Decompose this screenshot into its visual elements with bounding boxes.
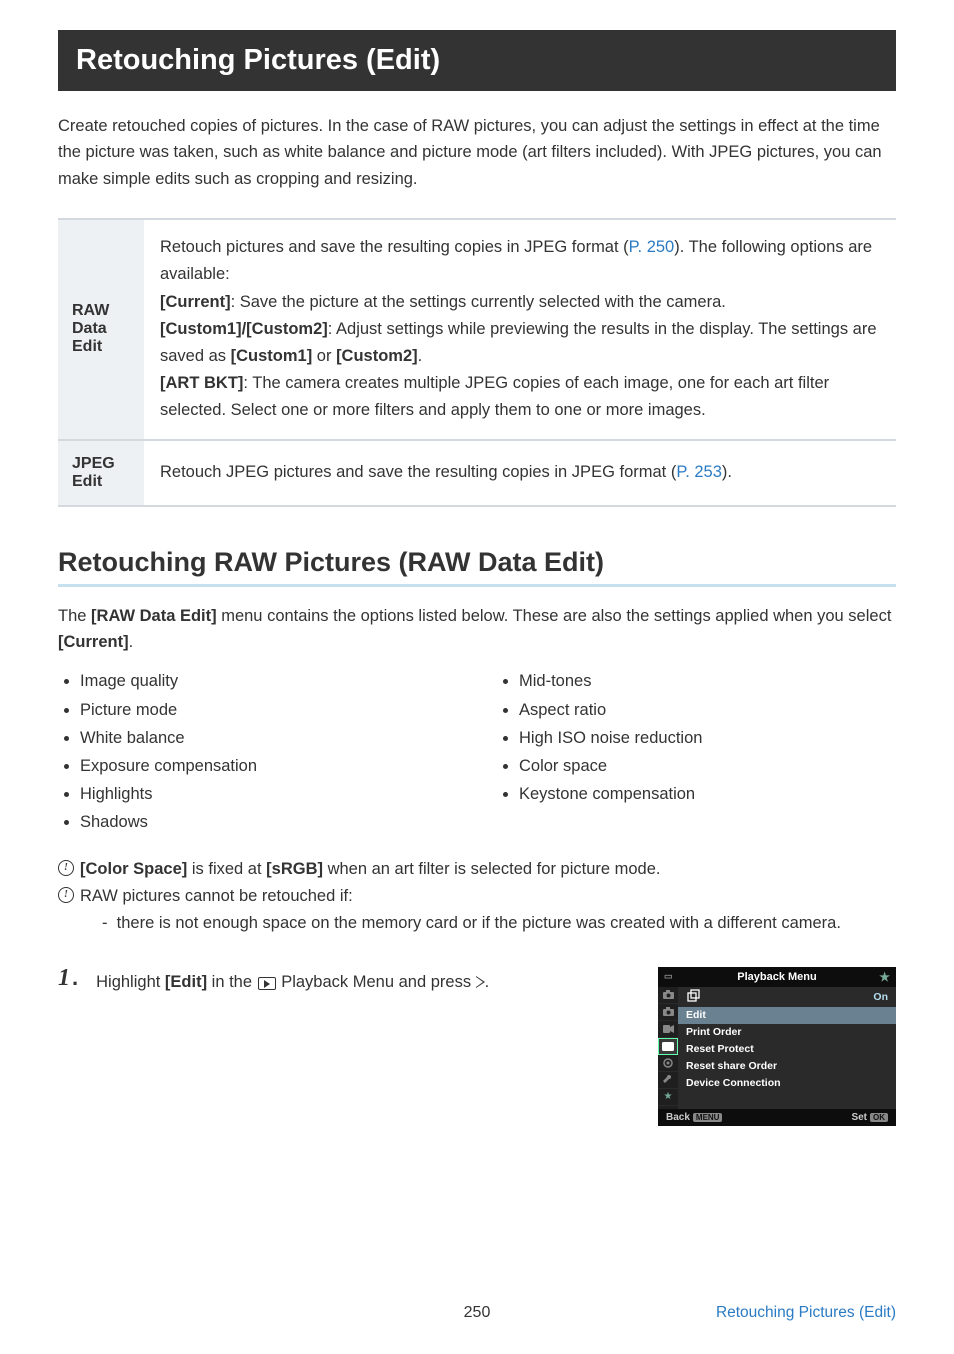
right-arrow-icon bbox=[476, 976, 485, 988]
page-title: Retouching Pictures (Edit) bbox=[58, 30, 896, 91]
menu-set: SetOK bbox=[851, 1112, 888, 1123]
note-color-space: ! [Color Space] is fixed at [sRGB] when … bbox=[58, 856, 896, 883]
link-p253[interactable]: P. 253 bbox=[676, 463, 722, 481]
playback-icon bbox=[258, 977, 276, 990]
step-text: Highlight [Edit] in the Playback Menu an… bbox=[96, 965, 640, 995]
menu-item-reset-protect: Reset Protect bbox=[678, 1041, 896, 1058]
menu-tab-playback bbox=[658, 1038, 678, 1055]
footer-breadcrumb-link[interactable]: Retouching Pictures (Edit) bbox=[716, 1304, 896, 1322]
menu-back-badge: MENU bbox=[693, 1113, 723, 1122]
raw-data-edit-cell: Retouch pictures and save the resulting … bbox=[144, 219, 896, 440]
list-item: Aspect ratio bbox=[519, 696, 896, 724]
menu-title: Playback Menu bbox=[737, 971, 816, 983]
step-number: 1 bbox=[58, 965, 70, 991]
list-item: Keystone compensation bbox=[519, 780, 896, 808]
jpeg-edit-cell: Retouch JPEG pictures and save the resul… bbox=[144, 440, 896, 506]
caution-icon: ! bbox=[58, 887, 74, 903]
table-row: JPEG Edit Retouch JPEG pictures and save… bbox=[58, 440, 896, 506]
menu-item-print-order: Print Order bbox=[678, 1024, 896, 1041]
menu-tabs: ★ bbox=[658, 987, 678, 1109]
menu-tab-wrench bbox=[658, 1072, 678, 1089]
list-item: Image quality bbox=[80, 667, 457, 695]
rotate-icon bbox=[686, 989, 702, 1002]
section-heading: Retouching RAW Pictures (RAW Data Edit) bbox=[58, 547, 896, 587]
list-item: Shadows bbox=[80, 808, 457, 836]
menu-item-reset-share-order: Reset share Order bbox=[678, 1058, 896, 1075]
raw-data-edit-header: RAW Data Edit bbox=[58, 219, 144, 440]
note-subitem: - there is not enough space on the memor… bbox=[58, 910, 896, 936]
menu-item-empty bbox=[678, 1092, 896, 1109]
list-item: White balance bbox=[80, 724, 457, 752]
playback-menu-mock: ▭ Playback Menu ★ bbox=[658, 967, 896, 1126]
list-item: Color space bbox=[519, 752, 896, 780]
menu-item-rotate: On bbox=[678, 987, 896, 1007]
menu-item-edit: Edit bbox=[678, 1007, 896, 1024]
options-list-left: Image quality Picture mode White balance… bbox=[58, 667, 457, 835]
page-number: 250 bbox=[464, 1304, 491, 1322]
intro-paragraph: Create retouched copies of pictures. In … bbox=[58, 113, 896, 192]
menu-set-badge: OK bbox=[870, 1113, 888, 1122]
step-1: 1. Highlight [Edit] in the Playback Menu… bbox=[58, 965, 896, 1126]
menu-tab-camera2 bbox=[658, 1004, 678, 1021]
link-p250[interactable]: P. 250 bbox=[629, 238, 675, 256]
menu-header-left-icon: ▭ bbox=[664, 971, 680, 982]
section-intro: The [RAW Data Edit] menu contains the op… bbox=[58, 603, 896, 656]
list-item: Mid-tones bbox=[519, 667, 896, 695]
menu-header-star-icon: ★ bbox=[874, 970, 890, 984]
caution-icon: ! bbox=[58, 860, 74, 876]
list-item: High ISO noise reduction bbox=[519, 724, 896, 752]
list-item: Picture mode bbox=[80, 696, 457, 724]
list-item: Exposure compensation bbox=[80, 752, 457, 780]
note-cannot-retouch: ! RAW pictures cannot be retouched if: bbox=[58, 883, 896, 910]
options-list-right: Mid-tones Aspect ratio High ISO noise re… bbox=[497, 667, 896, 807]
menu-tab-camera1 bbox=[658, 987, 678, 1004]
jpeg-edit-header: JPEG Edit bbox=[58, 440, 144, 506]
menu-item-device-connection: Device Connection bbox=[678, 1075, 896, 1092]
menu-back: BackMENU bbox=[666, 1112, 722, 1123]
menu-item-value: On bbox=[873, 991, 888, 1003]
menu-tab-gear bbox=[658, 1055, 678, 1072]
edit-modes-table: RAW Data Edit Retouch pictures and save … bbox=[58, 218, 896, 507]
list-item: Highlights bbox=[80, 780, 457, 808]
menu-tab-video bbox=[658, 1021, 678, 1038]
options-columns: Image quality Picture mode White balance… bbox=[58, 667, 896, 835]
menu-tab-star: ★ bbox=[658, 1089, 678, 1106]
table-row: RAW Data Edit Retouch pictures and save … bbox=[58, 219, 896, 440]
